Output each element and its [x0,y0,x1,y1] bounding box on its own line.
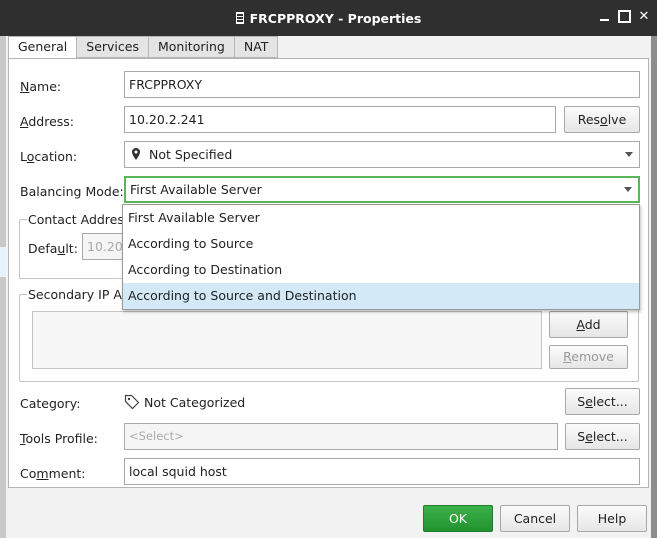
remove-button[interactable]: Remove [549,345,628,369]
option-according-to-source[interactable]: According to Source [123,231,639,257]
address-label: Address: [20,114,75,129]
secondary-ip-list[interactable] [32,311,542,369]
option-according-to-destination[interactable]: According to Destination [123,257,639,283]
tools-profile-field[interactable]: <Select> [124,423,558,450]
name-label: Name: [20,79,62,94]
location-value: Not Specified [149,147,233,162]
option-according-to-source-and-destination[interactable]: According to Source and Destination [123,283,639,309]
location-pin-icon [132,148,140,160]
category-label: Category: [20,396,81,411]
contact-address-legend: Contact Address [27,212,132,227]
window-controls: ✕ [597,9,651,24]
category-value-wrap: Not Categorized [124,394,245,410]
category-value: Not Categorized [144,395,246,410]
maximize-icon[interactable] [617,9,631,23]
location-combo[interactable]: Not Specified [124,141,640,168]
window-title: FRCPPROXY - Properties [0,11,657,26]
ok-button[interactable]: OK [423,505,493,532]
host-icon [235,12,244,24]
chevron-down-icon[interactable] [619,142,639,167]
tab-nat[interactable]: NAT [234,36,279,58]
chevron-down-icon[interactable] [618,178,638,201]
tag-icon [124,394,140,410]
add-button[interactable]: Add [549,311,628,338]
tab-bar: General Services Monitoring NAT [8,36,279,59]
balancing-mode-combo[interactable]: First Available Server [124,176,640,203]
balancing-mode-dropdown: First Available Server According to Sour… [122,204,640,310]
close-icon[interactable]: ✕ [637,9,651,24]
address-field[interactable]: 10.20.2.241 [124,106,556,133]
category-select-button[interactable]: Select... [565,388,640,415]
secondary-ip-legend: Secondary IP Ad [27,287,131,302]
resolve-button[interactable]: Resolve [564,106,640,133]
tab-services[interactable]: Services [77,36,149,58]
tab-general[interactable]: General [8,36,78,59]
title-bar: FRCPPROXY - Properties ✕ [0,0,657,36]
option-first-available-server[interactable]: First Available Server [123,205,639,231]
tools-profile-label: Tools Profile: [20,431,98,446]
minimize-icon[interactable] [597,9,611,23]
tools-select-button[interactable]: Select... [565,423,640,450]
default-label: Default: [28,241,78,256]
balancing-mode-label: Balancing Mode: [20,184,124,199]
balancing-mode-value: First Available Server [130,182,262,197]
comment-field[interactable]: local squid host [124,458,640,485]
location-label: Location: [20,149,78,164]
comment-label: Comment: [20,466,86,481]
cancel-button[interactable]: Cancel [500,505,570,532]
tab-monitoring[interactable]: Monitoring [148,36,235,58]
name-field[interactable]: FRCPPROXY [124,71,640,98]
help-button[interactable]: Help [577,505,647,532]
